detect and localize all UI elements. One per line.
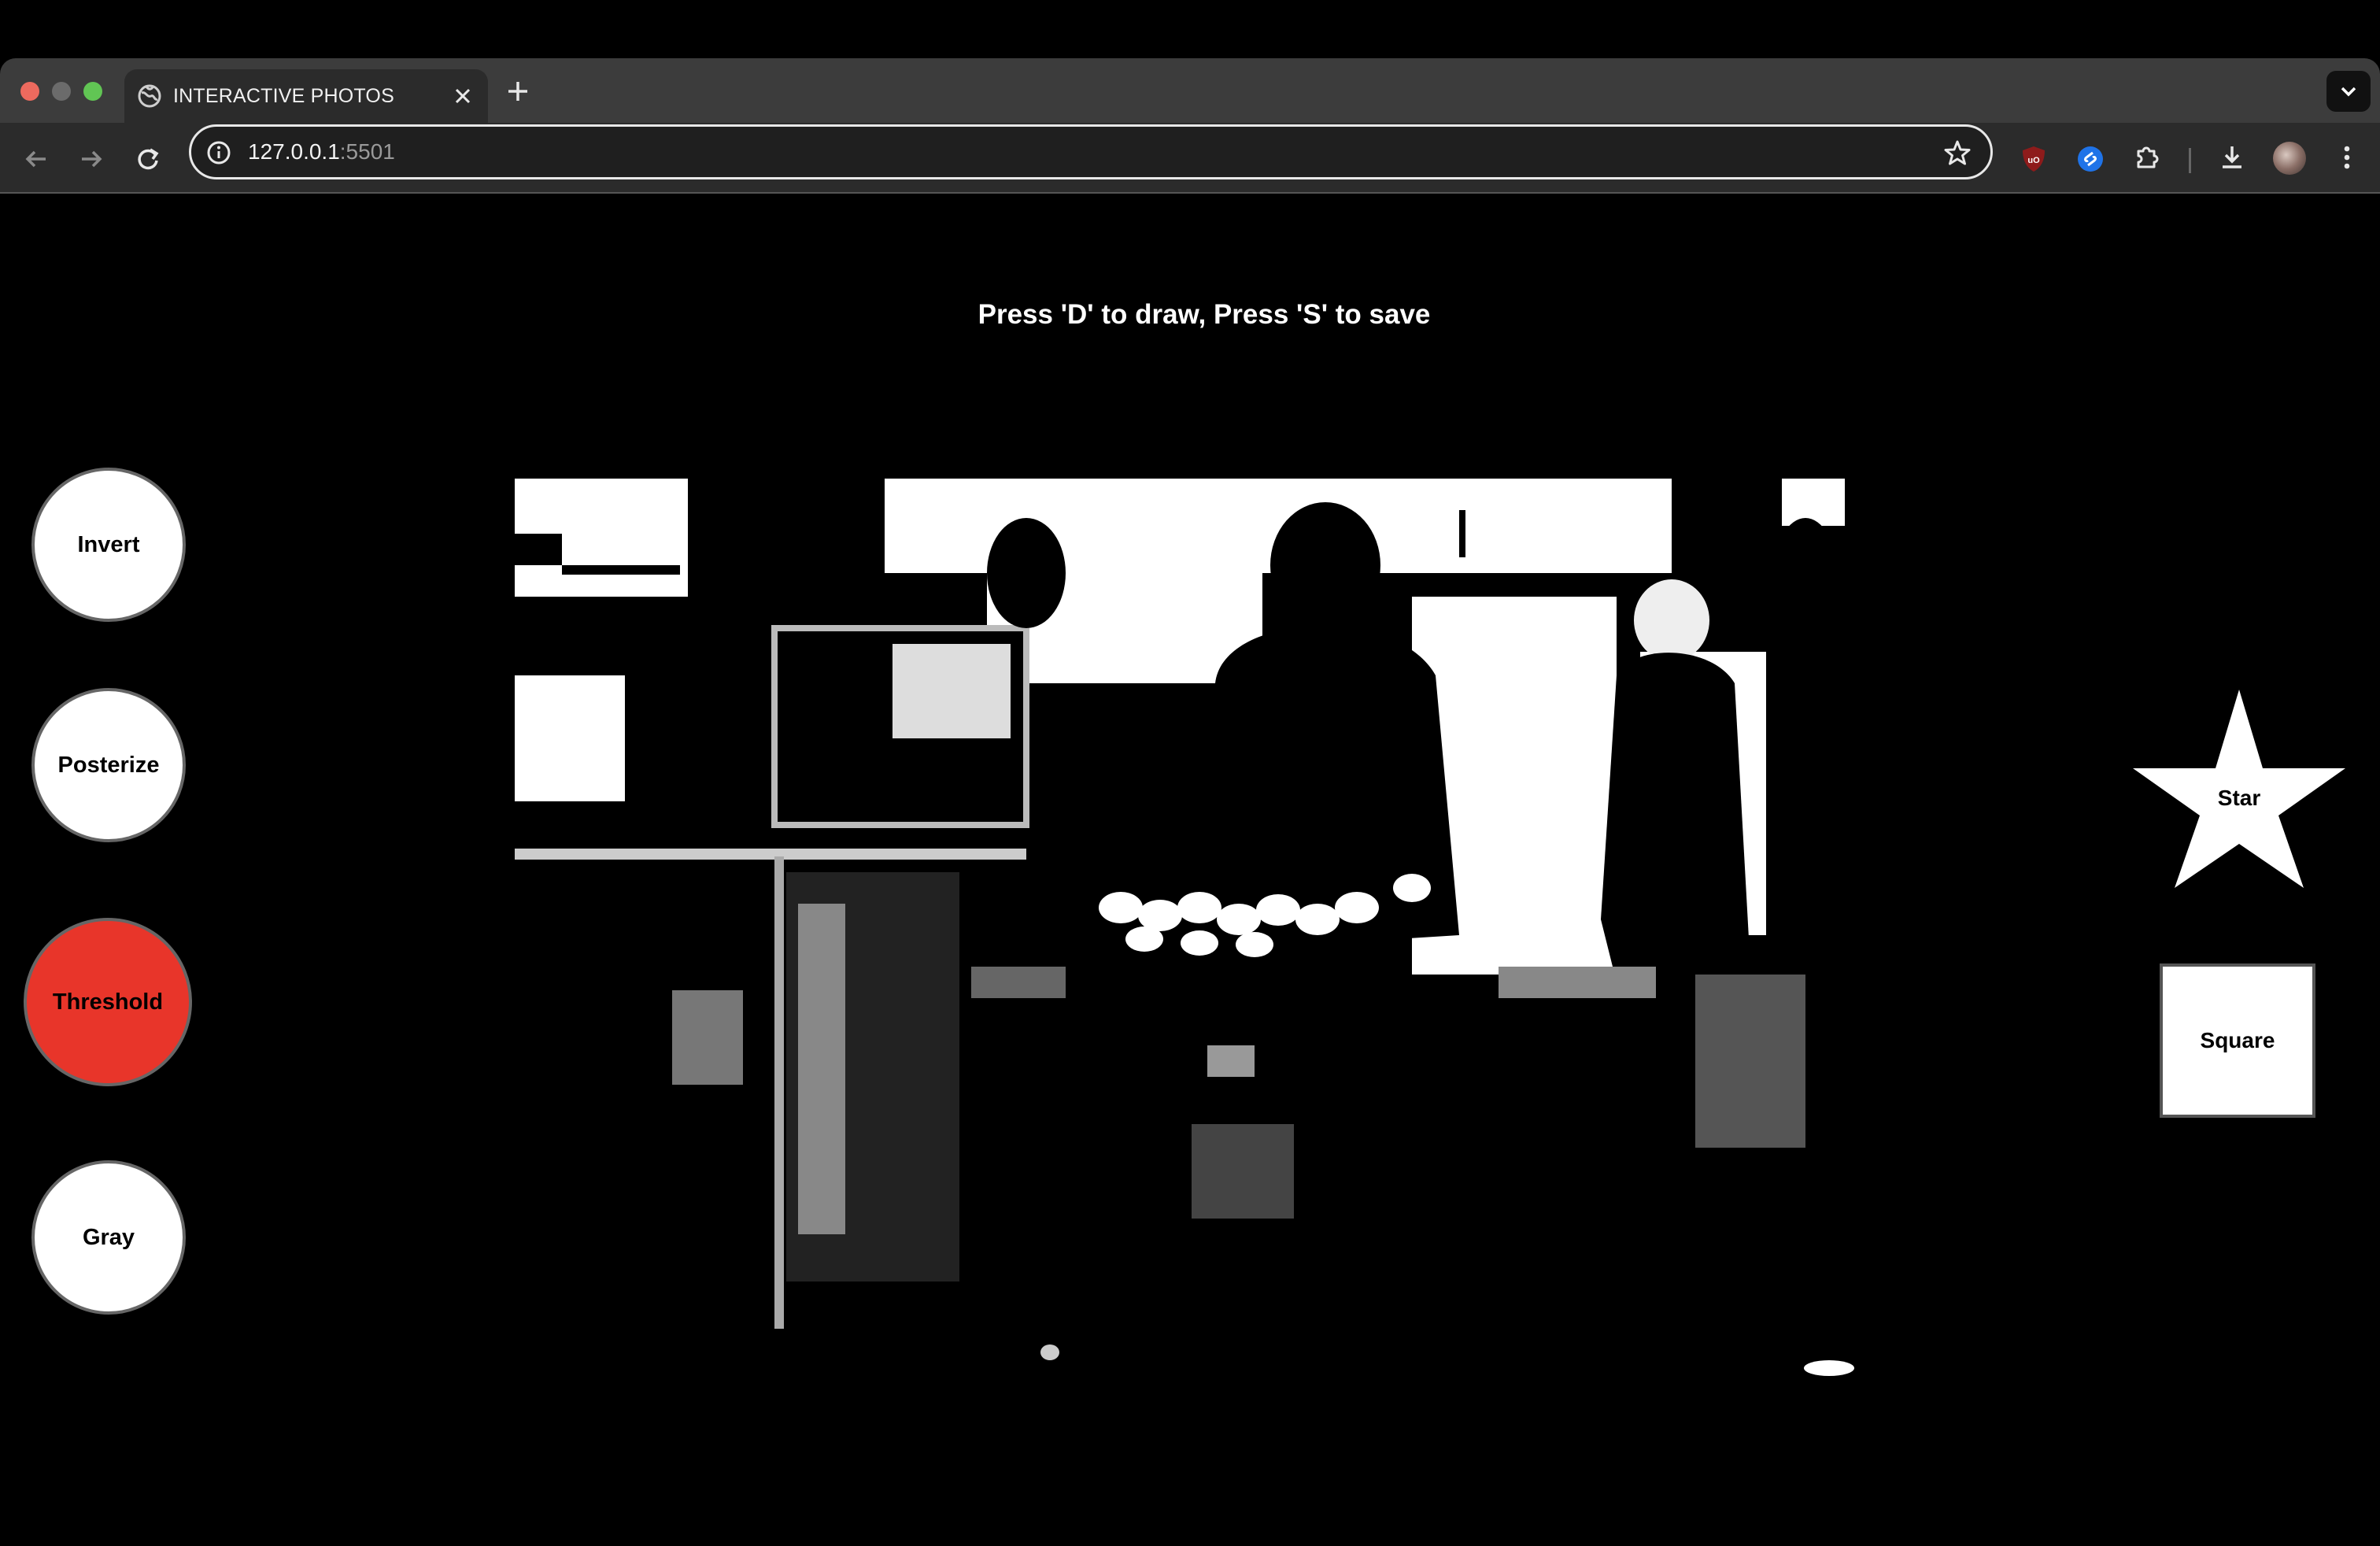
maximize-window-button[interactable] — [83, 82, 102, 101]
profile-avatar[interactable] — [2273, 142, 2306, 175]
square-shape-button[interactable]: Square — [2160, 963, 2315, 1118]
browser-window: INTERACTIVE PHOTOS 127.0.0.1:5501 uO Pre… — [0, 58, 2380, 1546]
posterize-button[interactable]: Posterize — [31, 688, 186, 842]
ublock-extension-icon[interactable]: uO — [2018, 143, 2049, 175]
close-window-button[interactable] — [20, 82, 39, 101]
close-tab-icon[interactable] — [452, 85, 474, 107]
url-host: 127.0.0.1 — [248, 139, 340, 164]
page-content: Press 'D' to draw, Press 'S' to save Inv… — [0, 255, 2380, 1546]
invert-button[interactable]: Invert — [31, 468, 186, 622]
site-info-icon[interactable] — [205, 139, 232, 166]
tab-title: INTERACTIVE PHOTOS — [173, 85, 394, 107]
gray-button[interactable]: Gray — [31, 1160, 186, 1315]
url-text: 127.0.0.1:5501 — [248, 139, 395, 165]
tab-search-button[interactable] — [2326, 71, 2371, 112]
back-arrow-icon[interactable] — [20, 143, 52, 175]
new-tab-icon[interactable] — [504, 77, 532, 105]
bookmark-star-icon[interactable] — [1943, 139, 1972, 167]
svg-text:uO: uO — [2027, 156, 2040, 165]
chevron-down-icon — [2341, 87, 2356, 97]
minimize-window-button[interactable] — [52, 82, 71, 101]
url-port: :5501 — [339, 139, 395, 164]
instruction-text: Press 'D' to draw, Press 'S' to save — [978, 299, 1431, 330]
photo-image — [515, 479, 1865, 1379]
download-icon[interactable] — [2216, 142, 2248, 173]
shazam-extension-icon[interactable] — [2075, 143, 2106, 175]
forward-arrow-icon[interactable] — [76, 143, 107, 175]
tab-strip: INTERACTIVE PHOTOS — [0, 58, 2380, 123]
star-shape-button[interactable]: Star — [2131, 686, 2347, 891]
more-menu-icon[interactable] — [2331, 142, 2363, 173]
threshold-button[interactable]: Threshold — [24, 918, 192, 1086]
reload-icon[interactable] — [132, 143, 164, 175]
globe-icon — [138, 84, 161, 108]
extensions-puzzle-icon[interactable] — [2131, 142, 2163, 173]
threshold-photo-canvas[interactable] — [515, 479, 1865, 1379]
browser-tab[interactable]: INTERACTIVE PHOTOS — [124, 69, 488, 123]
toolbar-separator — [2189, 148, 2191, 173]
star-label: Star — [2217, 786, 2261, 810]
address-bar[interactable]: 127.0.0.1:5501 — [189, 124, 1993, 179]
